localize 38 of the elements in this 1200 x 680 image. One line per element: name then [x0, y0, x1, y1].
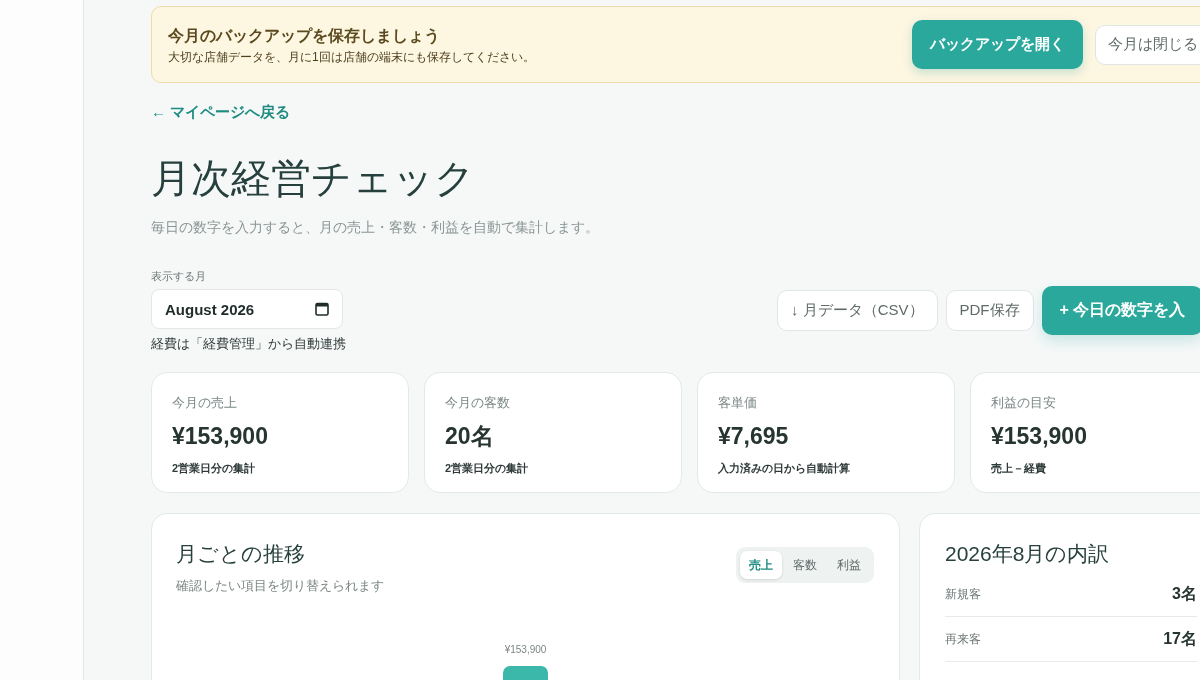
- action-button[interactable]: + 今日の数字を入: [1041, 286, 1200, 335]
- back-link[interactable]: ← マイページへ戻る: [151, 102, 291, 122]
- stat-value: ¥7,695: [718, 422, 789, 450]
- breakdown-label: 新規客: [945, 586, 981, 602]
- banner-button[interactable]: バックアップを開く: [912, 20, 1083, 69]
- breakdown-value: 3名: [1172, 584, 1197, 604]
- page-title: 月次経営チェック: [151, 155, 475, 202]
- action-button[interactable]: ↓ 月データ（CSV）: [777, 290, 938, 331]
- chart-bar: [503, 666, 548, 680]
- metric-tab[interactable]: 客数: [784, 551, 826, 579]
- stat-note: 売上－経費: [991, 461, 1046, 475]
- stat-value: ¥153,900: [991, 422, 1087, 450]
- breakdown-value: 17名: [1163, 629, 1197, 649]
- banner-button[interactable]: 今月は閉じる: [1095, 24, 1200, 65]
- bar-value-label: ¥153,900: [504, 644, 547, 655]
- calendar-icon: [315, 302, 329, 316]
- stat-note: 2営業日分の集計: [445, 461, 529, 475]
- breakdown-title: 2026年8月の内訳: [945, 541, 1110, 567]
- breakdown-label: 再来客: [945, 631, 981, 647]
- month-label: 表示する月: [151, 269, 206, 283]
- action-button[interactable]: PDF保存: [945, 290, 1034, 331]
- stat-label: 今月の客数: [445, 394, 510, 412]
- stat-note: 2営業日分の集計: [172, 461, 256, 475]
- stat-label: 利益の目安: [991, 394, 1056, 412]
- trend-title: 月ごとの推移: [176, 541, 305, 567]
- metric-tab[interactable]: 売上: [740, 551, 782, 579]
- expense-note: 経費は「経費管理」から自動連携: [151, 335, 346, 353]
- stat-value: 20名: [445, 422, 494, 450]
- month-field[interactable]: August 2026: [151, 289, 343, 329]
- banner-title: 今月のバックアップを保存しましょう: [168, 25, 440, 47]
- page-subtitle: 毎日の数字を入力すると、月の売上・客数・利益を自動で集計します。: [151, 218, 599, 237]
- metric-tab[interactable]: 利益: [828, 551, 870, 579]
- stat-note: 入力済みの日から自動計算: [718, 461, 850, 475]
- stat-label: 客単価: [718, 394, 757, 412]
- stat-label: 今月の売上: [172, 394, 237, 412]
- trend-subtitle: 確認したい項目を切り替えられます: [176, 577, 384, 595]
- banner-message: 大切な店舗データを、月に1回は店舗の端末にも保存してください。: [168, 49, 535, 65]
- stat-value: ¥153,900: [172, 422, 268, 450]
